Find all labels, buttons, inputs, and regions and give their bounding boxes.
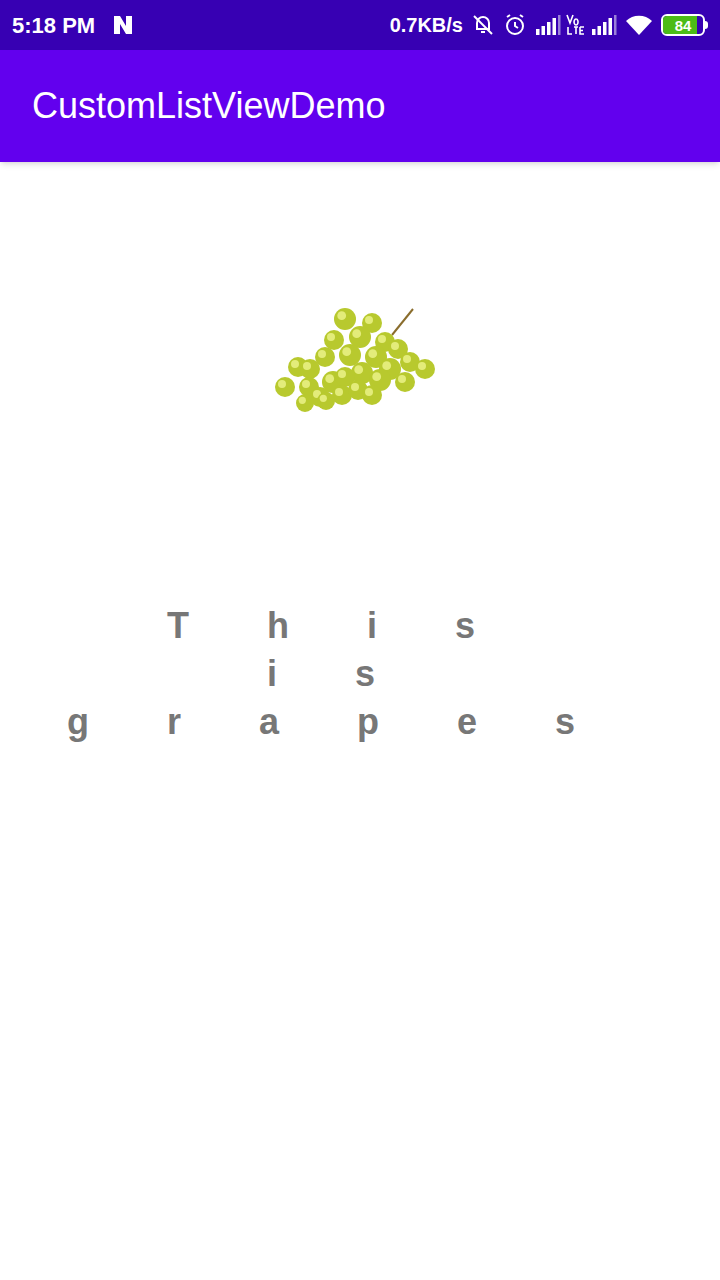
muted-bell-icon	[471, 13, 495, 37]
alarm-icon	[503, 13, 527, 37]
app-bar: CustomListViewDemo	[0, 50, 720, 162]
list-item[interactable]: This is grapes	[0, 162, 720, 746]
clock: 5:18 PM	[12, 9, 95, 42]
signal-icon	[591, 14, 617, 36]
volte-icon	[565, 13, 587, 37]
wifi-icon	[625, 14, 653, 36]
battery-level: 84	[675, 18, 692, 33]
network-speed: 0.7KB/s	[390, 10, 463, 40]
item-caption: This is grapes	[67, 605, 653, 742]
grapes-picture	[260, 297, 460, 437]
app-screen: 5:18 PM 0.7KB/s 84 CustomListViewDemo This i…	[0, 0, 720, 1280]
notification-icon	[111, 14, 135, 36]
signal-icon	[535, 14, 561, 36]
status-bar: 5:18 PM 0.7KB/s 84	[0, 0, 720, 50]
app-title: CustomListViewDemo	[32, 79, 385, 133]
battery: 84	[661, 14, 708, 36]
